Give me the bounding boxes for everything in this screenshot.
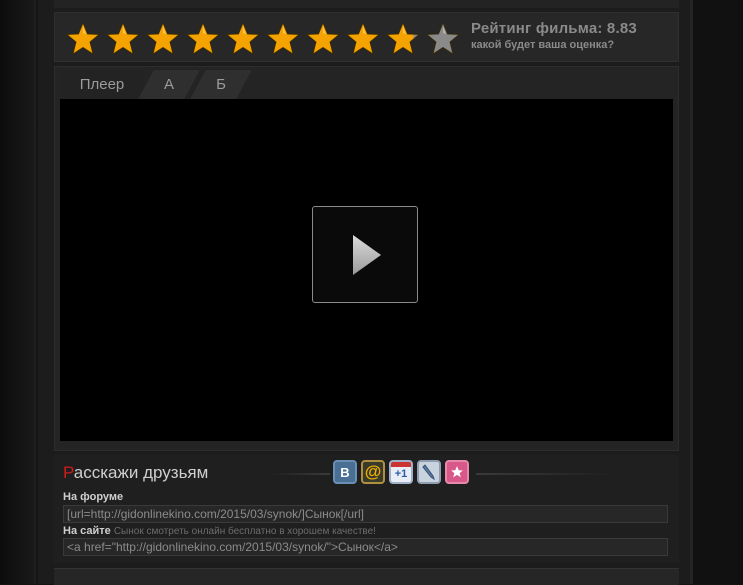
star-icon[interactable] — [305, 21, 341, 57]
star-icon[interactable] — [425, 21, 461, 57]
star-icon[interactable] — [105, 21, 141, 57]
star-icon[interactable] — [65, 21, 101, 57]
mail-ru-icon[interactable]: @ — [361, 460, 385, 484]
site-hint: Сынок смотреть онлайн бесплатно в хороше… — [113, 526, 376, 537]
rating-prompt: какой будет ваша оценка? — [471, 39, 615, 51]
social-buttons: B @ +1 — [333, 460, 469, 484]
star-icon[interactable] — [145, 21, 181, 57]
left-background — [0, 0, 36, 584]
rating-stars[interactable] — [65, 21, 461, 57]
play-button[interactable] — [312, 206, 418, 303]
share-title: Расскажи друзьям — [63, 463, 209, 482]
star-icon[interactable] — [185, 21, 221, 57]
rating-text: Рейтинг фильма: 8.83 какой будет ваша оц… — [471, 20, 637, 51]
site-code-field[interactable]: <a href="http://gidonlinekino.com/2015/0… — [63, 538, 668, 556]
star-icon[interactable] — [225, 21, 261, 57]
forum-label: На форуме — [63, 491, 124, 503]
star-icon[interactable] — [385, 21, 421, 57]
star-icon[interactable] — [345, 21, 381, 57]
tab-player[interactable]: Плеер — [60, 70, 144, 99]
site-label: На сайте — [63, 525, 111, 537]
google-plus-icon[interactable]: +1 — [389, 460, 413, 484]
livejournal-icon[interactable] — [417, 460, 441, 484]
right-background — [693, 0, 743, 584]
tab-a[interactable]: А — [138, 70, 200, 99]
star-icon[interactable] — [265, 21, 301, 57]
share-divider-left — [270, 473, 330, 475]
tab-b[interactable]: Б — [190, 70, 252, 99]
rating-panel: Рейтинг фильма: 8.83 какой будет ваша оц… — [54, 12, 679, 62]
top-strip — [54, 0, 679, 8]
vk-icon[interactable]: B — [333, 460, 357, 484]
rating-value-label: Рейтинг фильма: 8.83 — [471, 20, 637, 37]
bottom-strip — [54, 568, 679, 585]
play-icon — [353, 235, 381, 275]
favorites-icon[interactable] — [445, 460, 469, 484]
site-label-row: На сайте Сынок смотреть онлайн бесплатно… — [63, 525, 376, 537]
forum-code-field[interactable]: [url=http://gidonlinekino.com/2015/03/sy… — [63, 505, 668, 523]
left-border — [34, 0, 36, 584]
share-divider-right — [476, 473, 616, 475]
